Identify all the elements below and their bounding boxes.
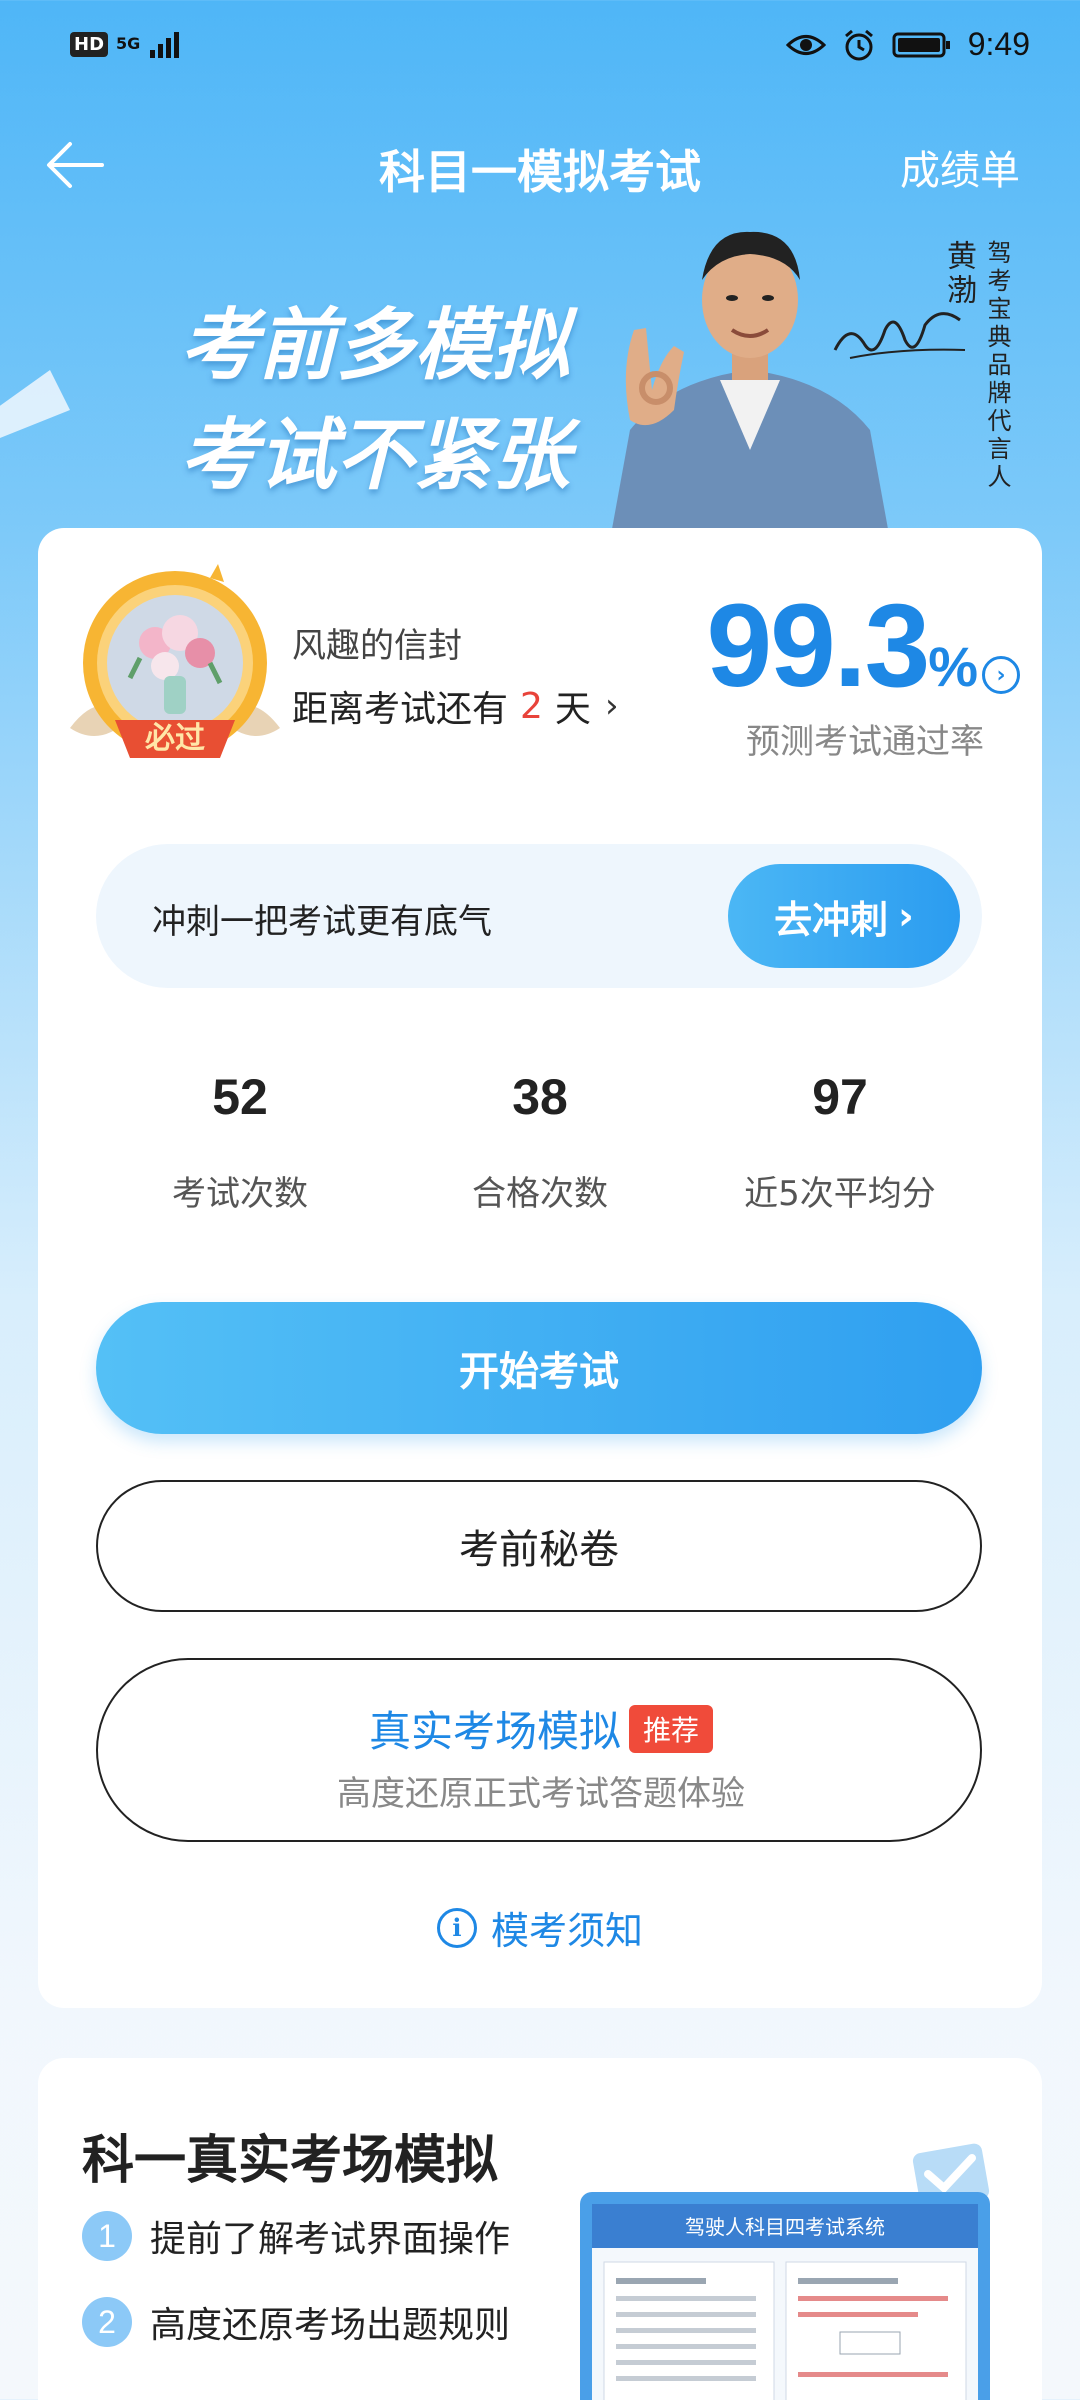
countdown-days: 2 [520, 685, 543, 727]
pass-rate-arrow-icon[interactable]: › [982, 656, 1020, 694]
signature-image [833, 312, 966, 359]
info-icon: i [436, 1907, 477, 1948]
nav-bar: 科目一模拟考试 成绩单 [0, 120, 1080, 210]
feature-text: 高度还原考场出题规则 [150, 2305, 511, 2346]
eye-icon [785, 34, 826, 55]
start-exam-button[interactable]: 开始考试 [96, 1302, 982, 1434]
exam-system-preview: 驾驶人科目四考试系统 [580, 2192, 990, 2400]
feature-number: 1 [82, 2211, 132, 2261]
battery-icon [892, 32, 950, 57]
status-left: HD 5G [70, 30, 184, 58]
exam-notice-link[interactable]: i 模考须知 [38, 1900, 1042, 1955]
pass-rate-unit: % [928, 635, 978, 698]
stat-average-score: 97 近5次平均分 [690, 1068, 990, 1215]
medal-label: 必过 [145, 722, 205, 755]
stat-label: 合格次数 [472, 1174, 608, 1214]
stat-label: 近5次平均分 [744, 1174, 936, 1214]
sim-subtitle: 高度还原正式考试答题体验 [337, 1774, 745, 1814]
recommend-badge: 推荐 [629, 1704, 714, 1753]
status-bar: HD 5G 9:49 [0, 0, 1080, 90]
sim-title: 真实考场模拟 [368, 1707, 621, 1756]
simulation-intro-card[interactable]: 科一真实考场模拟 1 提前了解考试界面操作 2 高度还原考场出题规则 驾驶人科目… [38, 2058, 1042, 2400]
pass-rate-value[interactable]: 99.3% [707, 578, 978, 714]
stat-label: 考试次数 [172, 1174, 308, 1214]
pass-rate-label: 预测考试通过率 [746, 722, 984, 762]
notice-label: 模考须知 [490, 1909, 643, 1953]
clock-time: 9:49 [967, 26, 1030, 62]
must-pass-medal: 必过 [70, 564, 280, 758]
promo-banner[interactable]: 考前多模拟 考试不紧张 黄渤 驾考宝典品牌代言人 [0, 220, 1080, 540]
feature-item: 2 高度还原考场出题规则 [82, 2296, 510, 2348]
exam-card: 必过 风趣的信封 距离考试还有 2 天 › 99.3% › 预测考试通过率 冲刺… [38, 528, 1042, 2008]
chevron-right-icon: › [898, 894, 914, 938]
signal-icon [150, 32, 180, 58]
network-type: 5G [116, 34, 141, 53]
stat-value: 52 [212, 1069, 268, 1125]
sim-card-title: 科一真实考场模拟 [82, 2131, 499, 2191]
spokesperson-title: 驾考宝典品牌代言人 [983, 240, 1011, 492]
pass-rate-number: 99.3 [706, 580, 931, 712]
sprint-text: 冲刺一把考试更有底气 [152, 902, 492, 942]
exam-countdown[interactable]: 距离考试还有 2 天 › [292, 680, 619, 732]
paper-decoration [0, 370, 70, 438]
slogan-line-2: 考试不紧张 [180, 411, 571, 499]
secret-paper-button[interactable]: 考前秘卷 [96, 1480, 982, 1612]
countdown-suffix: 天 [554, 689, 591, 730]
report-card-link[interactable]: 成绩单 [900, 138, 1020, 196]
sim-title-row: 真实考场模拟 推荐 [98, 1698, 984, 1759]
stats-row: 52 考试次数 38 合格次数 97 近5次平均分 [38, 1068, 1042, 1228]
status-right: 9:49 [785, 26, 1030, 63]
spokesperson-name: 黄渤 [941, 240, 976, 308]
chevron-right-icon: › [604, 686, 619, 726]
sprint-button[interactable]: 去冲刺 › [728, 864, 960, 968]
stat-value: 38 [512, 1069, 568, 1125]
spokesperson-image [610, 231, 890, 540]
countdown-prefix: 距离考试还有 [292, 689, 509, 730]
feature-item: 1 提前了解考试界面操作 [82, 2210, 510, 2262]
sprint-banner: 冲刺一把考试更有底气 去冲刺 › [96, 844, 982, 988]
stat-exam-count: 52 考试次数 [90, 1068, 390, 1215]
stat-value: 97 [812, 1069, 868, 1125]
alarm-icon [844, 29, 873, 60]
feature-number: 2 [82, 2297, 132, 2347]
real-exam-simulation-button[interactable]: 真实考场模拟 推荐 高度还原正式考试答题体验 [96, 1658, 982, 1842]
preview-header: 驾驶人科目四考试系统 [685, 2215, 885, 2239]
stat-pass-count: 38 合格次数 [390, 1068, 690, 1215]
feature-text: 提前了解考试界面操作 [150, 2219, 511, 2260]
banner-slogan: 考前多模拟 考试不紧张 [180, 290, 570, 510]
sprint-button-label: 去冲刺 [774, 897, 889, 942]
hd-badge: HD [70, 31, 109, 57]
slogan-line-1: 考前多模拟 [180, 301, 571, 389]
username: 风趣的信封 [292, 626, 462, 666]
